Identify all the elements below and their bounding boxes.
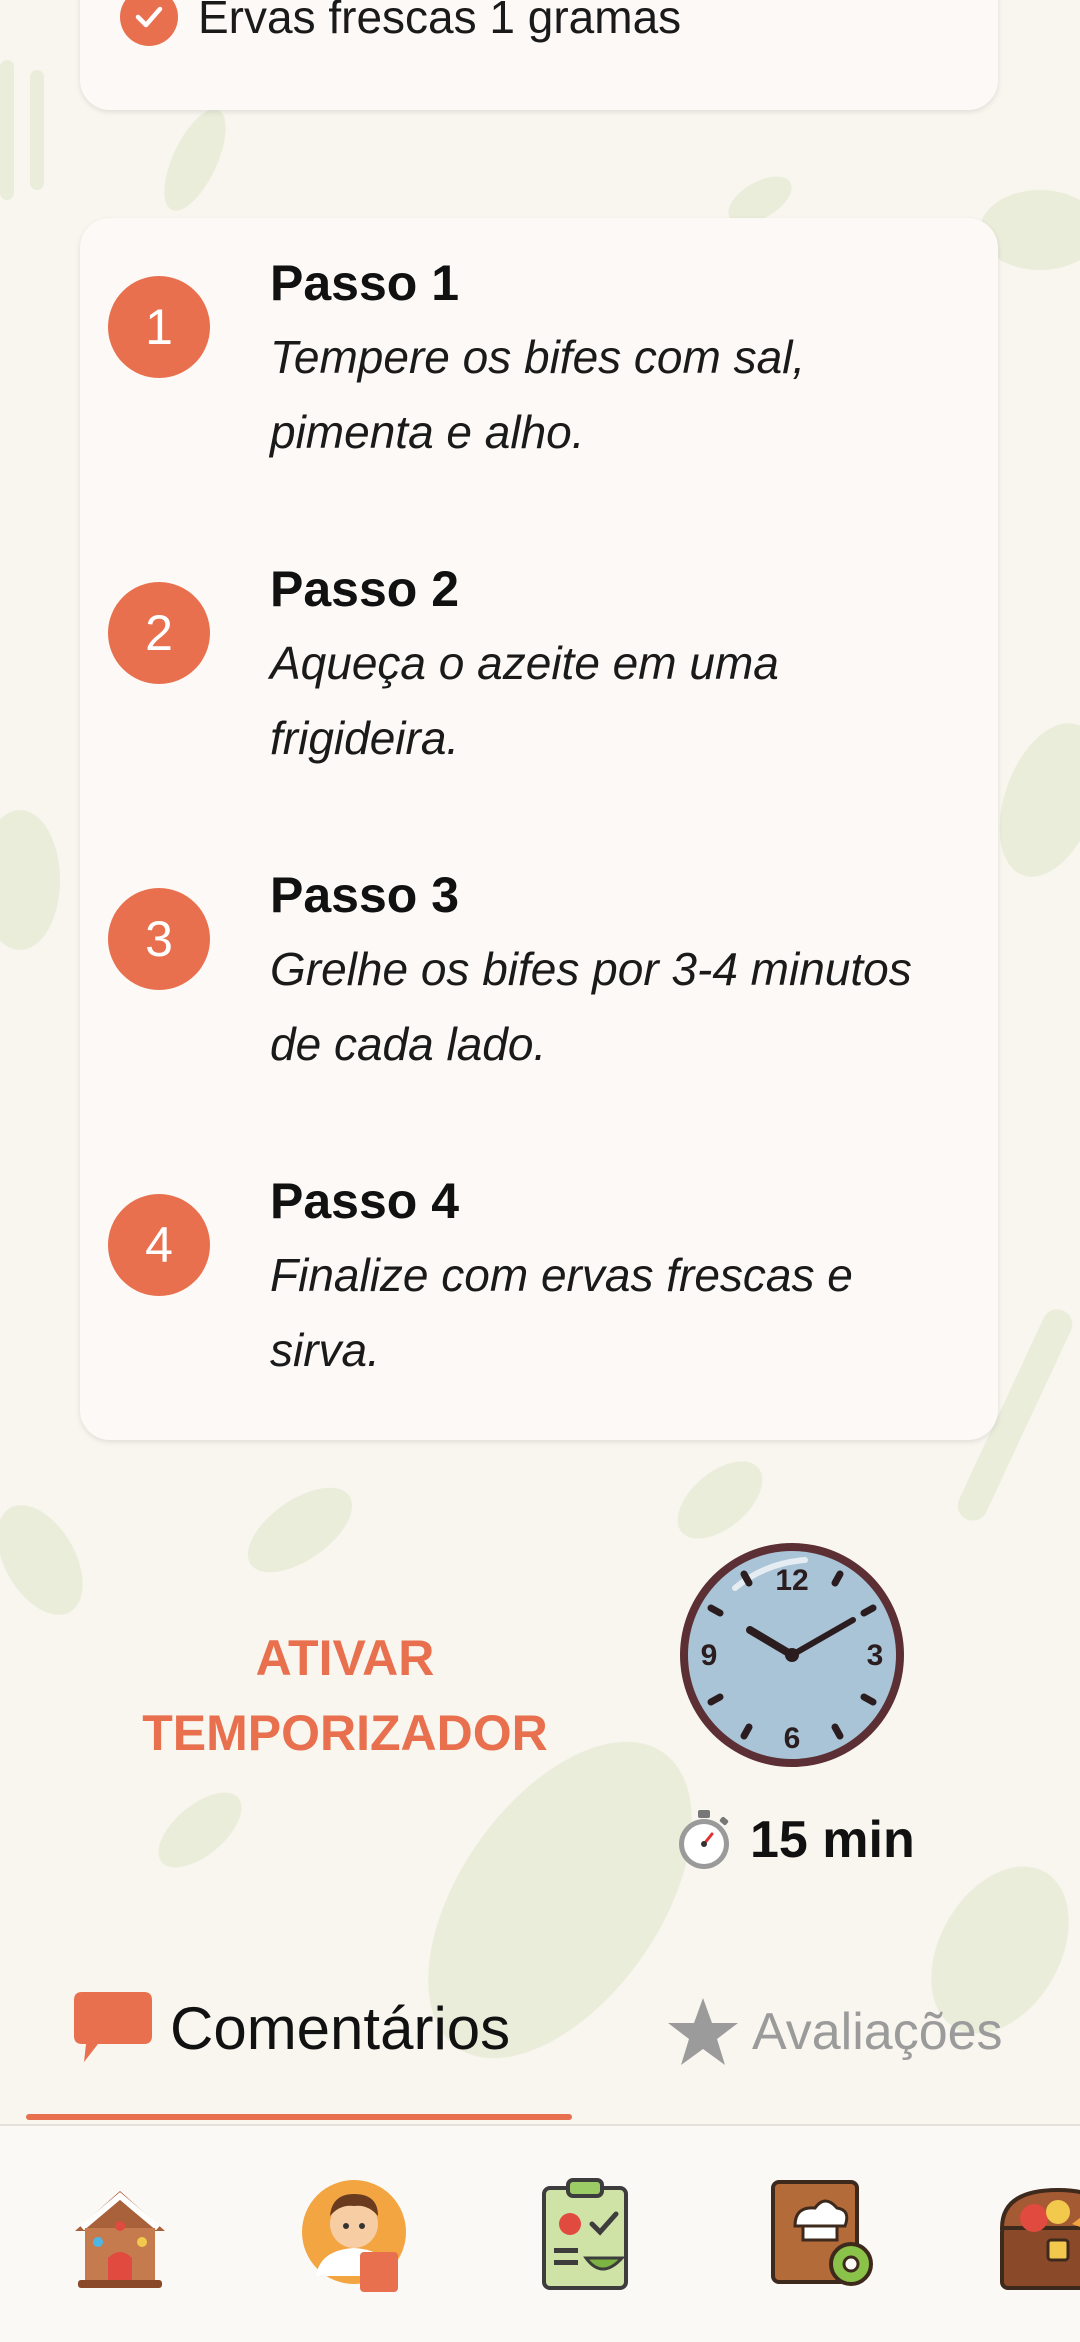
step-description-line: sirva. bbox=[270, 1324, 380, 1376]
step-description-line: Aqueça o azeite em uma bbox=[270, 637, 779, 689]
activate-timer-label-line2: TEMPORIZADOR bbox=[142, 1705, 548, 1761]
step-description: Finalize com ervas frescas e sirva. bbox=[270, 1238, 970, 1388]
clock-icon[interactable]: 12 3 6 9 bbox=[675, 1538, 909, 1772]
clock-numeral-3: 3 bbox=[867, 1639, 884, 1672]
bottom-navigation-bar bbox=[0, 2124, 1080, 2342]
step-title: Passo 4 bbox=[270, 1173, 460, 1229]
step-description-line: de cada lado. bbox=[270, 1018, 547, 1070]
tab-comments[interactable]: Comentários bbox=[72, 1990, 510, 2066]
gingerbread-house-icon[interactable] bbox=[60, 2176, 180, 2296]
treasure-chest-food-icon[interactable] bbox=[998, 2176, 1080, 2296]
star-icon bbox=[668, 1998, 738, 2065]
step-description-line: Grelhe os bifes por 3-4 minutos bbox=[270, 943, 912, 995]
step-description-line: frigideira. bbox=[270, 712, 460, 764]
step-description-line: Tempere os bifes com sal, bbox=[270, 331, 806, 383]
step-number-badge: 3 bbox=[108, 888, 210, 990]
ingredients-card: Ervas frescas 1 gramas bbox=[80, 0, 998, 110]
step-number-badge: 1 bbox=[108, 276, 210, 378]
tab-reviews-label: Avaliações bbox=[752, 2003, 1003, 2061]
step-title: Passo 3 bbox=[270, 867, 460, 923]
checkmark-icon bbox=[120, 0, 178, 46]
activate-timer-button[interactable]: ATIVAR TEMPORIZADOR bbox=[100, 1620, 590, 1772]
preparation-steps-card: 1 Passo 1 Tempere os bifes com sal, pime… bbox=[80, 218, 998, 1440]
chef-avatar-icon[interactable] bbox=[298, 2176, 418, 2296]
comment-bubble-icon bbox=[74, 1992, 152, 2062]
recipe-book-settings-icon[interactable] bbox=[765, 2176, 885, 2296]
step-description-line: pimenta e alho. bbox=[270, 406, 585, 458]
step-description: Aqueça o azeite em uma frigideira. bbox=[270, 626, 970, 776]
activate-timer-label-line1: ATIVAR bbox=[255, 1630, 435, 1686]
step-title: Passo 1 bbox=[270, 255, 460, 311]
ingredient-item[interactable]: Ervas frescas 1 gramas bbox=[120, 0, 681, 46]
clock-numeral-12: 12 bbox=[775, 1564, 808, 1597]
step-number-badge: 4 bbox=[108, 1194, 210, 1296]
step-number-badge: 2 bbox=[108, 582, 210, 684]
tab-reviews[interactable]: Avaliações bbox=[666, 1996, 1003, 2068]
active-tab-indicator bbox=[26, 2114, 572, 2120]
step-description: Grelhe os bifes por 3-4 minutos de cada … bbox=[270, 932, 970, 1082]
timer-duration-label: 15 min bbox=[750, 1811, 915, 1869]
tab-comments-label: Comentários bbox=[170, 1994, 511, 2062]
step-title: Passo 2 bbox=[270, 561, 460, 617]
ingredient-label: Ervas frescas 1 gramas bbox=[198, 0, 682, 43]
meal-checklist-icon[interactable] bbox=[530, 2176, 650, 2296]
stopwatch-icon bbox=[679, 1810, 729, 1869]
clock-numeral-9: 9 bbox=[701, 1639, 718, 1672]
step-description: Tempere os bifes com sal, pimenta e alho… bbox=[270, 320, 970, 470]
clock-numeral-6: 6 bbox=[784, 1722, 801, 1755]
step-description-line: Finalize com ervas frescas e bbox=[270, 1249, 853, 1301]
timer-duration: 15 min bbox=[672, 1808, 915, 1872]
